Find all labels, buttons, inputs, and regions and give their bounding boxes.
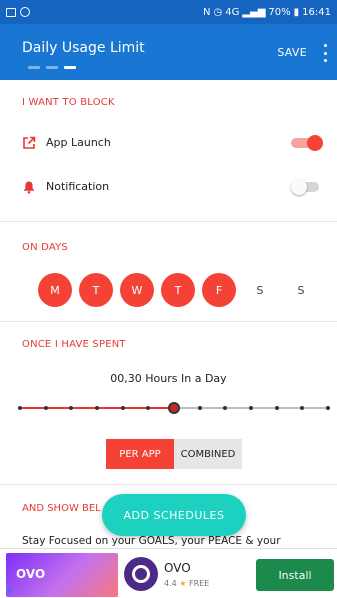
- more-options-icon[interactable]: [319, 44, 331, 62]
- day-thursday[interactable]: T: [161, 273, 195, 307]
- page-dot-active: [64, 66, 76, 69]
- slider-tick: [223, 406, 228, 410]
- app-bar: Daily Usage Limit SAVE: [0, 24, 337, 80]
- page-title: Daily Usage Limit: [22, 40, 145, 56]
- network-type: 4G: [225, 6, 240, 18]
- ad-price: FREE: [189, 579, 210, 588]
- ad-rating-value: 4.4: [164, 579, 177, 588]
- add-schedules-button[interactable]: ADD SCHEDULES: [102, 494, 246, 536]
- status-right: N ◷ 4G ▂▄▆ 70% ▮ 16:41: [203, 7, 331, 18]
- slider-tick: [120, 406, 125, 410]
- alarm-icon: ◷: [213, 6, 223, 18]
- notification-label: Notification: [46, 180, 110, 193]
- page-dot: [28, 66, 40, 69]
- install-button[interactable]: Install: [256, 559, 334, 591]
- divider: [0, 221, 337, 222]
- page-dot: [46, 66, 58, 69]
- day-wednesday[interactable]: W: [120, 273, 154, 307]
- day-monday[interactable]: M: [38, 273, 72, 307]
- signal-icon: ▂▄▆: [242, 6, 266, 18]
- slider-tick: [95, 406, 99, 410]
- gallery-notification-icon: [6, 7, 16, 17]
- days-section-title: ON DAYS: [22, 242, 68, 253]
- bell-icon: [24, 181, 34, 194]
- time-limit-slider[interactable]: [18, 402, 330, 414]
- slider-tick: [274, 406, 279, 410]
- day-friday[interactable]: F: [202, 273, 236, 307]
- ad-app-name: OVO: [164, 561, 191, 575]
- app-launch-label: App Launch: [46, 136, 111, 149]
- block-section-title: I WANT TO BLOCK: [22, 97, 115, 108]
- ad-banner-text: OVO: [16, 567, 46, 581]
- slider-tick: [300, 406, 305, 410]
- ovo-logo-icon: [124, 557, 158, 591]
- divider: [0, 484, 337, 485]
- sync-notification-icon: [20, 7, 30, 17]
- slider-tick: [197, 406, 202, 410]
- per-app-option[interactable]: PER APP: [106, 439, 174, 469]
- ad-image[interactable]: OVO: [6, 553, 118, 597]
- app-launch-toggle[interactable]: [291, 135, 323, 151]
- combined-option[interactable]: COMBINED: [174, 439, 242, 469]
- ad-banner[interactable]: OVO ✕ OVO 4.4 ★ FREE Install: [0, 548, 337, 598]
- show-section-title: AND SHOW BEL: [22, 503, 101, 514]
- slider-tick: [146, 406, 151, 410]
- ad-close-icon[interactable]: ✕: [6, 587, 16, 597]
- battery-icon: ▮: [293, 6, 300, 18]
- spent-section-title: ONCE I HAVE SPENT: [22, 339, 126, 350]
- ad-rating: 4.4 ★ FREE: [164, 579, 209, 588]
- day-saturday[interactable]: S: [243, 273, 277, 307]
- slider-thumb[interactable]: [168, 402, 180, 414]
- battery-percent: 70%: [268, 6, 291, 18]
- day-sunday[interactable]: S: [284, 273, 318, 307]
- day-tuesday[interactable]: T: [79, 273, 113, 307]
- status-left-icons: [6, 7, 30, 17]
- divider: [0, 321, 337, 322]
- day-selector: M T W T F S S: [38, 273, 318, 307]
- open-in-new-icon: [23, 136, 36, 149]
- slider-tick: [18, 406, 22, 410]
- slider-tick: [69, 406, 74, 410]
- clock: 16:41: [302, 6, 331, 18]
- slider-tick: [43, 406, 48, 410]
- status-bar: N ◷ 4G ▂▄▆ 70% ▮ 16:41: [0, 0, 337, 24]
- notification-toggle[interactable]: [291, 179, 323, 195]
- nfc-icon: N: [203, 6, 211, 18]
- save-button[interactable]: SAVE: [277, 46, 307, 59]
- star-icon: ★: [179, 579, 187, 588]
- time-limit-value: 00,30 Hours In a Day: [110, 372, 227, 385]
- slider-tick: [326, 406, 330, 410]
- slider-tick: [249, 406, 253, 410]
- page-indicator: [28, 66, 76, 69]
- limit-mode-toggle: PER APP COMBINED: [106, 439, 242, 469]
- block-message: Stay Focused on your GOALS, your PEACE &…: [22, 535, 281, 547]
